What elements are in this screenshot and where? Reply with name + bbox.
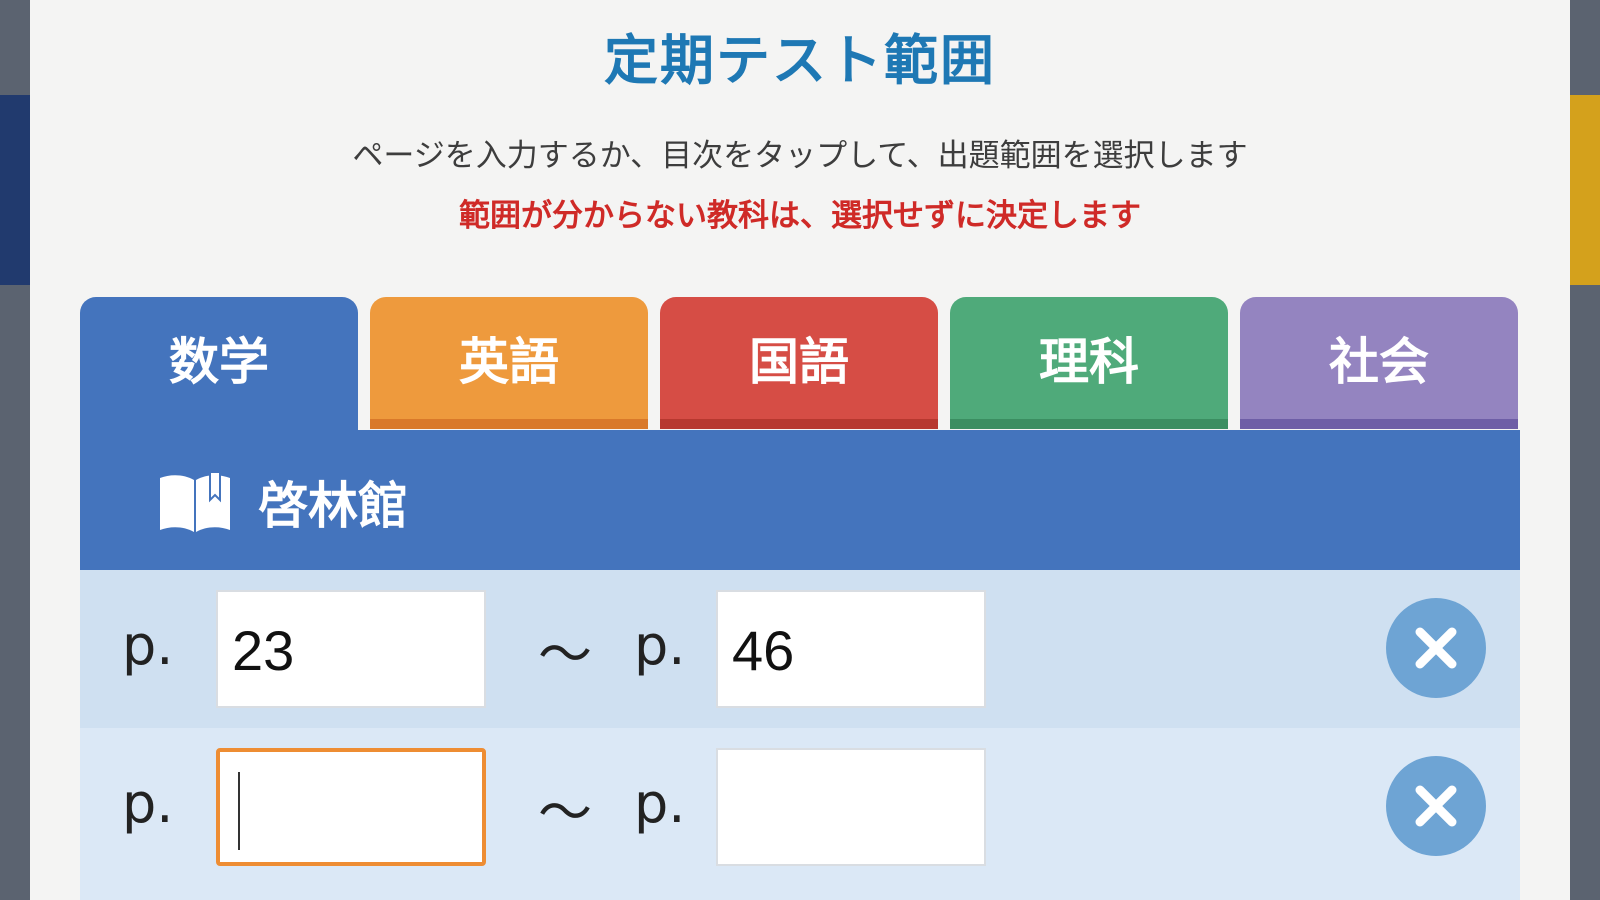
page-range-row: p. 23 〜 p. 46 bbox=[80, 570, 1520, 728]
delete-range-button[interactable] bbox=[1386, 756, 1486, 856]
tab-social-studies[interactable]: 社会 bbox=[1240, 297, 1518, 429]
page-prefix-label: p. bbox=[122, 772, 174, 835]
background-right-band bbox=[1568, 95, 1600, 285]
close-icon bbox=[1415, 785, 1457, 827]
background-left-band bbox=[0, 95, 32, 285]
tab-math[interactable]: 数学 bbox=[80, 297, 358, 433]
modal-title: 定期テスト範囲 bbox=[604, 29, 996, 92]
tab-english[interactable]: 英語 bbox=[370, 297, 648, 429]
test-range-modal: 定期テスト範囲 ページを入力するか、目次をタップして、出題範囲を選択します 範囲… bbox=[30, 0, 1570, 900]
book-icon bbox=[160, 471, 230, 532]
text-caret bbox=[238, 772, 240, 851]
page-from-input[interactable] bbox=[216, 748, 486, 866]
page-from-input[interactable]: 23 bbox=[216, 590, 486, 708]
subject-tabs: 数学 英語 国語 理科 社会 bbox=[80, 297, 1520, 433]
page-to-input[interactable]: 46 bbox=[716, 590, 986, 708]
tab-science[interactable]: 理科 bbox=[950, 297, 1228, 429]
page-prefix-label: p. bbox=[634, 772, 686, 835]
page-range-row: p. 〜 p. bbox=[80, 728, 1520, 900]
warning-text: 範囲が分からない教科は、選択せずに決定します bbox=[459, 198, 1141, 234]
close-icon bbox=[1415, 627, 1457, 669]
tab-japanese[interactable]: 国語 bbox=[660, 297, 938, 429]
page-prefix-label: p. bbox=[634, 614, 686, 677]
publisher-name: 啓林館 bbox=[258, 477, 408, 535]
range-separator: 〜 bbox=[538, 623, 592, 686]
range-separator: 〜 bbox=[538, 781, 592, 844]
page-prefix-label: p. bbox=[122, 614, 174, 677]
textbook-header[interactable]: 啓林館 bbox=[80, 430, 1520, 570]
delete-range-button[interactable] bbox=[1386, 598, 1486, 698]
page-to-input[interactable] bbox=[716, 748, 986, 866]
instruction-text: ページを入力するか、目次をタップして、出題範囲を選択します bbox=[352, 138, 1248, 174]
